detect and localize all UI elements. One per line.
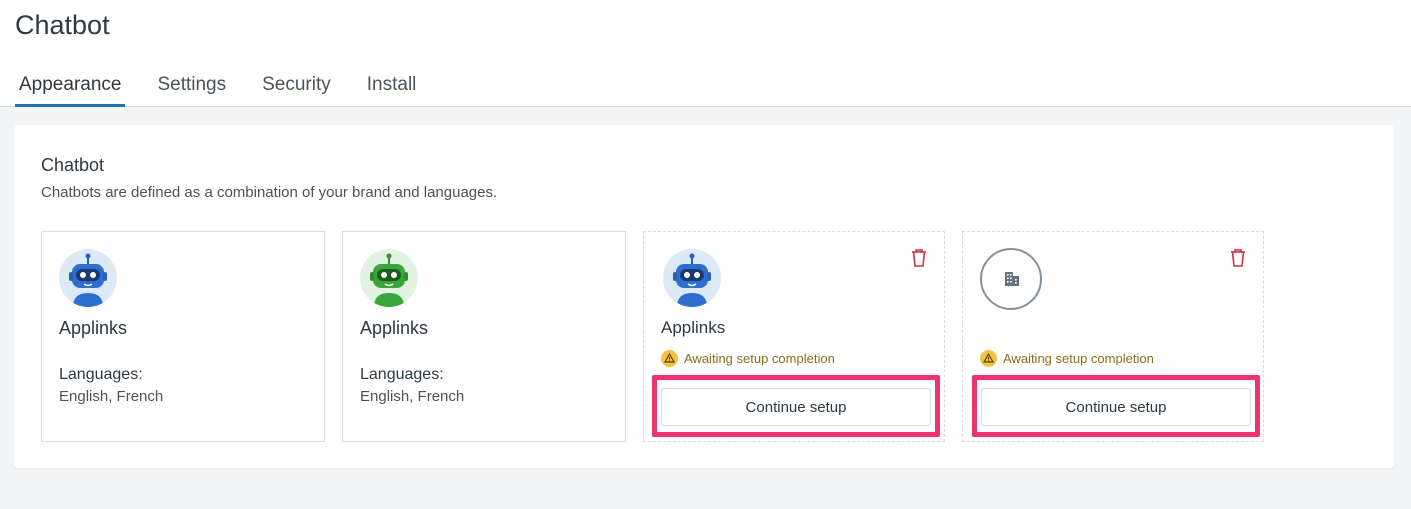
status-warning: Awaiting setup completion bbox=[661, 350, 835, 367]
card-name: Applinks bbox=[59, 318, 128, 338]
card-name: Applinks bbox=[360, 318, 429, 338]
continue-setup-button[interactable]: Continue setup bbox=[661, 388, 931, 426]
tab-security[interactable]: Security bbox=[258, 70, 335, 107]
languages-value: English, French bbox=[360, 388, 465, 405]
panel-subtitle: Chatbots are defined as a combination of… bbox=[41, 184, 498, 201]
status-text: Awaiting setup completion bbox=[1003, 351, 1154, 366]
trash-icon[interactable] bbox=[910, 248, 928, 268]
chatbot-card[interactable]: Applinks Languages: English, French bbox=[41, 231, 325, 442]
highlight-box: Continue setup bbox=[652, 375, 940, 437]
blue-robot-icon bbox=[663, 249, 721, 307]
panel-title: Chatbot bbox=[41, 155, 105, 175]
tab-install[interactable]: Install bbox=[363, 70, 421, 107]
status-text: Awaiting setup completion bbox=[684, 351, 835, 366]
page-title: Chatbot bbox=[15, 10, 110, 40]
card-name: Applinks bbox=[661, 318, 726, 337]
tab-settings[interactable]: Settings bbox=[153, 70, 230, 107]
green-robot-icon bbox=[360, 249, 418, 307]
chatbot-card[interactable]: Applinks Languages: English, French bbox=[342, 231, 626, 442]
tab-bar: Appearance Settings Security Install bbox=[15, 70, 448, 107]
warning-icon bbox=[661, 350, 678, 367]
languages-label: Languages: bbox=[360, 366, 444, 383]
building-icon bbox=[980, 248, 1042, 310]
chatbot-card-pending[interactable]: Awaiting setup completion Continue setup bbox=[962, 231, 1264, 442]
trash-icon[interactable] bbox=[1229, 248, 1247, 268]
page-header: Chatbot Appearance Settings Security Ins… bbox=[0, 0, 1411, 107]
status-warning: Awaiting setup completion bbox=[980, 350, 1154, 367]
highlight-box: Continue setup bbox=[972, 375, 1260, 437]
continue-setup-button[interactable]: Continue setup bbox=[981, 388, 1251, 426]
languages-value: English, French bbox=[59, 388, 164, 405]
blue-robot-icon bbox=[59, 249, 117, 307]
chatbot-panel: Chatbot Chatbots are defined as a combin… bbox=[14, 125, 1394, 468]
languages-label: Languages: bbox=[59, 366, 143, 383]
tab-appearance[interactable]: Appearance bbox=[15, 70, 126, 107]
chatbot-card-pending[interactable]: Applinks Awaiting setup completion Conti… bbox=[643, 231, 945, 442]
warning-icon bbox=[980, 350, 997, 367]
